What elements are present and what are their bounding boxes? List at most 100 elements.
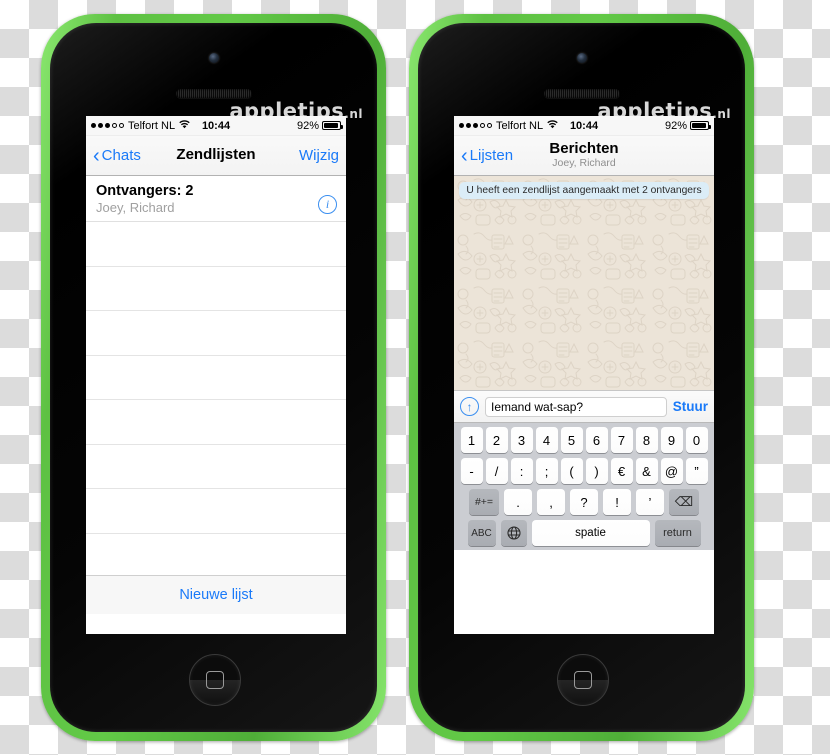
arrow-up-circle-icon[interactable]: ↑ bbox=[460, 397, 479, 416]
status-right-group: 92% bbox=[598, 119, 712, 132]
signal-strength-icon bbox=[91, 123, 124, 128]
key-6[interactable]: 6 bbox=[585, 427, 608, 453]
key-5[interactable]: 5 bbox=[560, 427, 583, 453]
message-input[interactable]: Iemand wat-sap? bbox=[485, 396, 667, 417]
back-button-chats[interactable]: ‹ Chats bbox=[93, 146, 141, 166]
carrier-label: Telfort NL bbox=[128, 119, 176, 132]
edit-button[interactable]: Wijzig bbox=[299, 147, 339, 164]
key-4[interactable]: 4 bbox=[535, 427, 558, 453]
key-9[interactable]: 9 bbox=[660, 427, 683, 453]
page-title: Berichten bbox=[549, 139, 619, 157]
key-comma[interactable]: , bbox=[537, 489, 565, 515]
list-item-title: Ontvangers: 2 bbox=[96, 183, 194, 199]
front-camera-icon bbox=[208, 53, 219, 63]
back-button-lists[interactable]: ‹ Lijsten bbox=[461, 146, 513, 166]
chat-thread: U heeft een zendlijst aangemaakt met 2 o… bbox=[454, 176, 714, 390]
wallpaper-doodle-pattern bbox=[454, 176, 714, 390]
key-colon[interactable]: : bbox=[510, 458, 533, 484]
wifi-icon bbox=[547, 119, 558, 132]
onscreen-keyboard: 1 2 3 4 5 6 7 8 9 0 - / : ; ( ) € & @ ” … bbox=[454, 423, 714, 550]
screenshot-stage: appletips.nl Telfort NL 10:44 92% ‹ Chat… bbox=[0, 0, 830, 755]
battery-percent-label: 92% bbox=[664, 119, 688, 132]
status-right-group: 92% bbox=[230, 119, 344, 132]
message-input-bar: ↑ Iemand wat-sap? Stuur bbox=[454, 390, 714, 423]
battery-icon bbox=[322, 121, 344, 130]
page-subtitle: Joey, Richard bbox=[552, 157, 616, 170]
list-row-empty bbox=[86, 355, 346, 400]
navbar-left: ‹ Chats Zendlijsten Wijzig bbox=[86, 136, 346, 176]
key-ampersand[interactable]: & bbox=[635, 458, 658, 484]
battery-percent-label: 92% bbox=[296, 119, 320, 132]
back-button-label: Chats bbox=[101, 147, 141, 164]
keyboard-row-numbers: 1 2 3 4 5 6 7 8 9 0 bbox=[456, 427, 712, 453]
info-icon[interactable]: i bbox=[318, 195, 337, 214]
key-period[interactable]: . bbox=[504, 489, 532, 515]
system-message-bubble: U heeft een zendlijst aangemaakt met 2 o… bbox=[459, 182, 709, 199]
list-row-empty bbox=[86, 533, 346, 578]
watermark-tld: .nl bbox=[712, 107, 731, 121]
key-at[interactable]: @ bbox=[660, 458, 683, 484]
key-3[interactable]: 3 bbox=[510, 427, 533, 453]
status-bar-right: Telfort NL 10:44 92% bbox=[454, 116, 714, 136]
keyboard-row-punctuation: #+= . , ? ! ’ ⌫ bbox=[456, 489, 712, 515]
list-row-empty bbox=[86, 311, 346, 356]
navbar-right: ‹ Lijsten Berichten Joey, Richard bbox=[454, 136, 714, 176]
battery-icon bbox=[690, 121, 712, 130]
globe-icon[interactable] bbox=[500, 520, 527, 546]
home-button[interactable] bbox=[188, 654, 241, 706]
key-semicolon[interactable]: ; bbox=[535, 458, 558, 484]
list-row-empty bbox=[86, 400, 346, 445]
chevron-left-icon: ‹ bbox=[461, 144, 468, 167]
status-bar-left: Telfort NL 10:44 92% bbox=[86, 116, 346, 136]
screen-right: Telfort NL 10:44 92% ‹ Lijsten Berichten… bbox=[454, 116, 714, 634]
signal-strength-icon bbox=[459, 123, 492, 128]
status-left-group: Telfort NL bbox=[459, 120, 570, 132]
key-abc-toggle[interactable]: ABC bbox=[467, 520, 496, 546]
home-button[interactable] bbox=[556, 654, 609, 706]
list-row-empty bbox=[86, 489, 346, 534]
iphone-left: appletips.nl Telfort NL 10:44 92% ‹ Chat… bbox=[41, 14, 386, 741]
key-paren-close[interactable]: ) bbox=[585, 458, 608, 484]
backspace-icon[interactable]: ⌫ bbox=[669, 489, 699, 515]
carrier-label: Telfort NL bbox=[496, 119, 544, 132]
chevron-left-icon: ‹ bbox=[93, 144, 100, 167]
key-return[interactable]: return bbox=[654, 520, 701, 546]
status-left-group: Telfort NL bbox=[91, 120, 202, 132]
wifi-icon bbox=[179, 119, 190, 132]
key-slash[interactable]: / bbox=[485, 458, 508, 484]
screen-left: Telfort NL 10:44 92% ‹ Chats Zendlijsten… bbox=[86, 116, 346, 634]
front-camera-icon bbox=[576, 53, 587, 63]
list-item-recipients[interactable]: Ontvangers: 2 Joey, Richard i bbox=[86, 176, 346, 222]
key-hyphen[interactable]: - bbox=[460, 458, 483, 484]
list-row-empty bbox=[86, 222, 346, 267]
back-button-label: Lijsten bbox=[469, 147, 514, 164]
key-2[interactable]: 2 bbox=[485, 427, 508, 453]
key-symbols-toggle[interactable]: #+= bbox=[469, 489, 499, 515]
page-title: Zendlijsten bbox=[176, 146, 256, 164]
iphone-right: appletips.nl Telfort NL 10:44 92% ‹ Lijs… bbox=[409, 14, 754, 741]
clock-label: 10:44 bbox=[201, 119, 231, 132]
key-exclamation[interactable]: ! bbox=[603, 489, 631, 515]
system-message-row: U heeft een zendlijst aangemaakt met 2 o… bbox=[454, 176, 714, 199]
key-quote[interactable]: ” bbox=[685, 458, 708, 484]
key-apostrophe[interactable]: ’ bbox=[636, 489, 664, 515]
key-euro[interactable]: € bbox=[610, 458, 633, 484]
key-question[interactable]: ? bbox=[570, 489, 598, 515]
key-7[interactable]: 7 bbox=[610, 427, 633, 453]
key-0[interactable]: 0 bbox=[685, 427, 708, 453]
keyboard-row-symbols: - / : ; ( ) € & @ ” bbox=[456, 458, 712, 484]
key-space[interactable]: spatie bbox=[531, 520, 650, 546]
send-button[interactable]: Stuur bbox=[673, 399, 708, 414]
list-row-empty bbox=[86, 266, 346, 311]
watermark-tld: .nl bbox=[344, 107, 363, 121]
new-list-button[interactable]: Nieuwe lijst bbox=[86, 575, 346, 614]
earpiece-speaker-icon bbox=[543, 89, 620, 98]
list-item-subtitle: Joey, Richard bbox=[96, 200, 175, 216]
earpiece-speaker-icon bbox=[175, 89, 252, 98]
key-1[interactable]: 1 bbox=[460, 427, 483, 453]
key-8[interactable]: 8 bbox=[635, 427, 658, 453]
list-row-empty bbox=[86, 444, 346, 489]
keyboard-row-bottom: ABC spatie return bbox=[456, 520, 712, 546]
key-paren-open[interactable]: ( bbox=[560, 458, 583, 484]
broadcast-list: Ontvangers: 2 Joey, Richard i Nieuwe lij… bbox=[86, 176, 346, 614]
